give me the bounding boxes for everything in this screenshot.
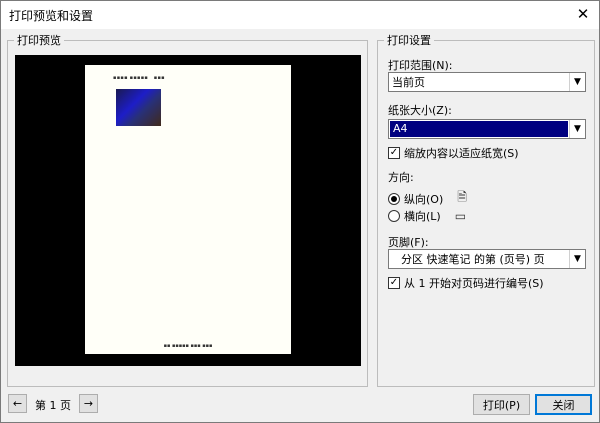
preview-page-footer: ▪▪ ▪▪▪▪▪ ▪▪▪ ▪▪▪ bbox=[163, 343, 213, 349]
preview-canvas: ▪▪▪▪ ▪▪▪▪▪ ▪▪▪ ▪▪ ▪▪▪▪▪ ▪▪▪ ▪▪▪ bbox=[15, 55, 361, 366]
preview-page: ▪▪▪▪ ▪▪▪▪▪ ▪▪▪ ▪▪ ▪▪▪▪▪ ▪▪▪ ▪▪▪ bbox=[85, 65, 291, 354]
orientation-label: 方向: bbox=[388, 171, 414, 184]
scale-to-fit-checkbox[interactable]: ✓ 缩放内容以适应纸宽(S) bbox=[388, 145, 519, 161]
chevron-down-icon: ▼ bbox=[569, 120, 585, 138]
next-page-button[interactable]: → bbox=[79, 394, 98, 413]
paper-size-select[interactable]: A4 ▼ bbox=[388, 119, 586, 139]
paper-size-label: 纸张大小(Z): bbox=[388, 104, 452, 117]
number-from-one-label: 从 1 开始对页码进行编号(S) bbox=[404, 277, 544, 290]
print-settings-group: 打印设置 打印范围(N): 当前页 ▼ 纸张大小(Z): A4 ▼ ✓ 缩放内容… bbox=[377, 34, 595, 387]
preview-page-header: ▪▪▪▪ ▪▪▪▪▪ ▪▪▪ bbox=[113, 75, 165, 81]
page-indicator: 第 1 页 bbox=[35, 399, 71, 412]
chevron-down-icon: ▼ bbox=[569, 73, 585, 91]
title-bar: 打印预览和设置 ✕ bbox=[1, 1, 599, 29]
close-icon[interactable]: ✕ bbox=[571, 3, 595, 25]
settings-legend: 打印设置 bbox=[384, 34, 434, 47]
chevron-down-icon: ▼ bbox=[569, 250, 585, 268]
paper-size-value: A4 bbox=[390, 121, 568, 137]
arrow-left-icon: ← bbox=[12, 397, 23, 410]
print-button[interactable]: 打印(P) bbox=[473, 394, 530, 415]
footer-select[interactable]: 分区 快速笔记 的第 (页号) 页 ▼ bbox=[388, 249, 586, 269]
portrait-label: 纵向(O) bbox=[404, 192, 444, 206]
portrait-page-icon: 🗎 bbox=[457, 190, 467, 204]
landscape-page-icon: ▭ bbox=[454, 209, 467, 223]
dialog-title: 打印预览和设置 bbox=[9, 9, 94, 23]
radio-selected-icon[interactable] bbox=[388, 192, 400, 205]
print-preview-group: 打印预览 ▪▪▪▪ ▪▪▪▪▪ ▪▪▪ ▪▪ ▪▪▪▪▪ ▪▪▪ ▪▪▪ bbox=[7, 34, 368, 387]
scale-to-fit-label: 缩放内容以适应纸宽(S) bbox=[404, 147, 519, 160]
checkbox-checked-icon[interactable]: ✓ bbox=[388, 277, 400, 289]
print-range-label: 打印范围(N): bbox=[388, 59, 453, 72]
close-button[interactable]: 关闭 bbox=[535, 394, 592, 415]
footer-label: 页脚(F): bbox=[388, 236, 429, 249]
number-from-one-checkbox[interactable]: ✓ 从 1 开始对页码进行编号(S) bbox=[388, 275, 544, 291]
preview-page-image bbox=[116, 89, 161, 126]
print-preview-dialog: 打印预览和设置 ✕ 打印预览 ▪▪▪▪ ▪▪▪▪▪ ▪▪▪ ▪▪ ▪▪▪▪▪ ▪… bbox=[0, 0, 600, 423]
footer-value: 分区 快速笔记 的第 (页号) 页 bbox=[401, 253, 545, 266]
portrait-radio[interactable]: 纵向(O) 🗎 bbox=[388, 188, 467, 209]
previous-page-button[interactable]: ← bbox=[8, 394, 27, 413]
print-range-value: 当前页 bbox=[392, 76, 425, 89]
checkbox-checked-icon[interactable]: ✓ bbox=[388, 147, 400, 159]
landscape-label: 横向(L) bbox=[404, 210, 441, 223]
radio-unselected-icon[interactable] bbox=[388, 210, 400, 222]
arrow-right-icon: → bbox=[83, 397, 94, 410]
landscape-radio[interactable]: 横向(L) ▭ bbox=[388, 208, 466, 224]
preview-legend: 打印预览 bbox=[14, 34, 64, 47]
print-range-select[interactable]: 当前页 ▼ bbox=[388, 72, 586, 92]
